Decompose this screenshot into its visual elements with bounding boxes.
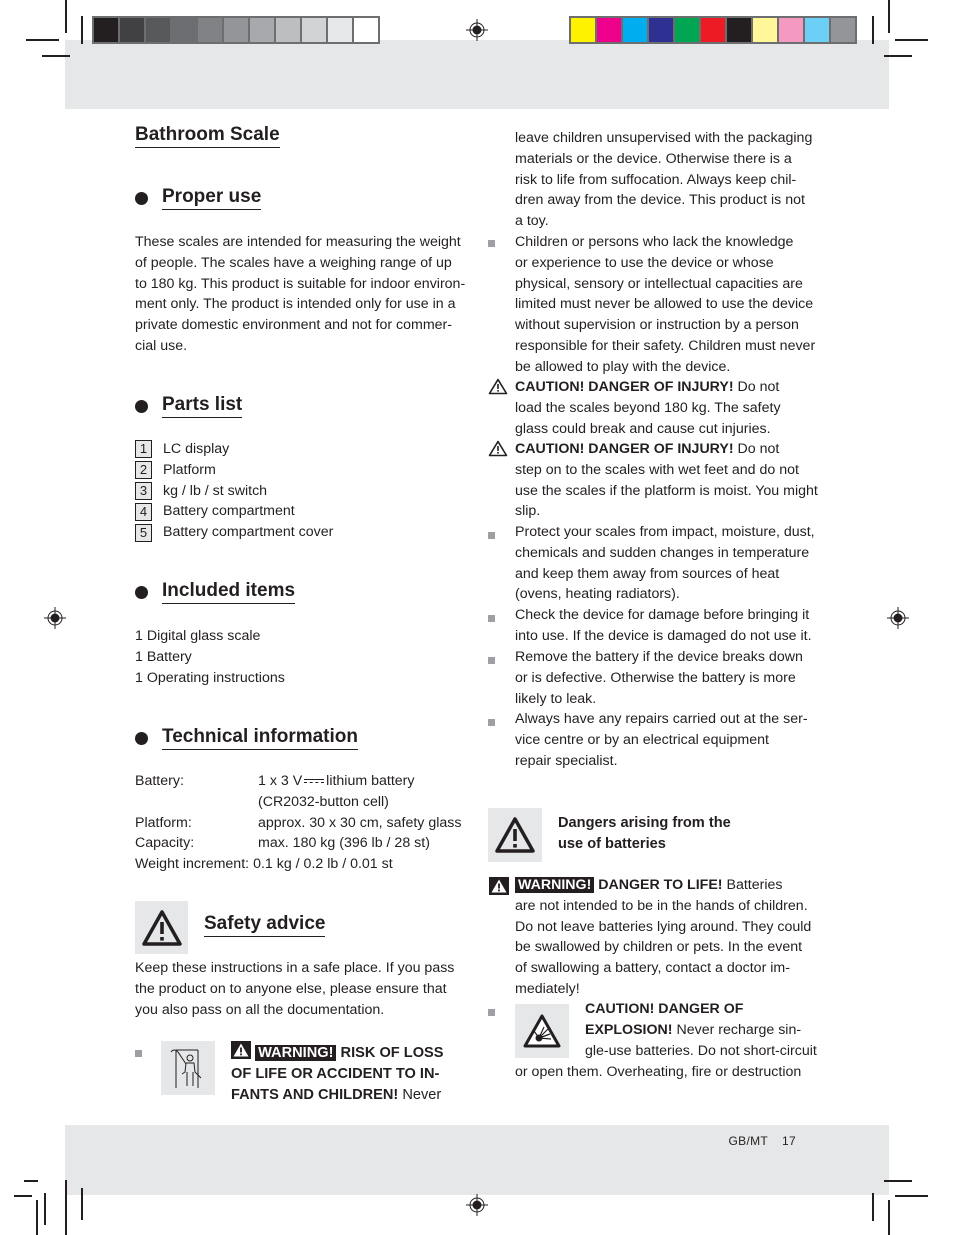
part-number: 5 (135, 523, 152, 542)
color-swatch (94, 18, 118, 42)
heading-proper-use: Proper use (135, 186, 262, 210)
bullet-square-icon (488, 240, 495, 247)
bullet-square-icon (488, 1009, 495, 1016)
bullet-square-icon (488, 615, 495, 622)
heading-technical-information: Technical information (135, 726, 359, 750)
crop-mark (884, 1180, 912, 1182)
warning-triangle-icon (495, 817, 535, 853)
bullet-dot (135, 731, 148, 745)
crop-mark (888, 0, 890, 33)
bullet-dot (135, 585, 148, 599)
bullet-square-icon (488, 532, 495, 539)
caution-triangle-icon (488, 440, 508, 457)
crop-mark (24, 1180, 38, 1182)
bullet-dot (135, 399, 148, 413)
crop-mark (81, 1188, 83, 1220)
crop-mark (888, 1200, 890, 1235)
page-title: Bathroom Scale (135, 124, 280, 148)
left-column: Bathroom Scale Proper use These scales a… (135, 0, 470, 1235)
dc-symbol-icon (304, 777, 325, 786)
bullet-square-icon (488, 657, 495, 664)
child-hazard-icon (170, 1049, 202, 1088)
heading-battery-dangers: Dangers arising from the use of batterie… (558, 815, 731, 852)
registration-mark-icon (44, 607, 66, 629)
part-number: 1 (135, 440, 152, 459)
bullet-dot (135, 191, 148, 205)
technical-info-table: Battery: 1 x 3 Vlithium battery (CR2032-… (135, 771, 475, 875)
safety-advice-text: Keep these instructions in a safe place.… (135, 960, 455, 1018)
right-column: leave children unsupervised with the pac… (488, 0, 823, 1235)
bullet-protect: Protect your scales from impact, moistur… (515, 524, 815, 603)
list-item: 1 LC display (135, 439, 333, 460)
battery-danger-warning: WARNING! DANGER TO LIFE! Batteries are n… (515, 877, 812, 997)
crop-mark (42, 55, 70, 57)
bullet-square-icon (488, 719, 495, 726)
list-item: 4 Battery compartment (135, 501, 333, 522)
warning-triangle-icon (231, 1041, 251, 1059)
warning-triangle-icon (489, 877, 509, 895)
infant-warning: WARNING! RISK OF LOSS OF LIFE OR ACCIDEN… (231, 1041, 471, 1105)
caution-overload: CAUTION! DANGER OF INJURY! Do not load t… (515, 379, 781, 437)
table-row: (CR2032-button cell) (258, 793, 389, 810)
crop-mark (65, 1180, 67, 1235)
page-footer: GB/MT 17 (715, 1134, 796, 1148)
children-supervision-text: Children or persons who lack the knowled… (515, 234, 816, 375)
warning-triangle-icon (141, 909, 182, 946)
explosion-hazard-icon (523, 1014, 561, 1048)
caution-wet-feet: CAUTION! DANGER OF INJURY! Do not step o… (515, 441, 818, 520)
list-item: 2 Platform (135, 460, 333, 481)
bullet-remove-battery: Remove the battery if the device breaks … (515, 649, 803, 707)
locale-code: GB/MT (728, 1134, 769, 1148)
crop-mark (65, 0, 67, 33)
safety-warning-icon-box (135, 901, 188, 954)
bullet-repairs: Always have any repairs carried out at t… (515, 711, 808, 769)
page-number: 17 (782, 1134, 796, 1148)
table-row: Platform: approx. 30 x 30 cm, safety glas… (135, 814, 462, 831)
bullet-check-damage: Check the device for damage before bring… (515, 607, 812, 644)
heading-safety-advice: Safety advice (204, 913, 326, 937)
part-number: 2 (135, 461, 152, 480)
crop-mark (44, 1193, 46, 1225)
included-items-list: 1 Digital glass scale 1 Battery 1 Operat… (135, 626, 285, 688)
list-item: 5 Battery compartment cover (135, 522, 333, 543)
bullet-square-icon (135, 1050, 142, 1057)
table-row: Battery: 1 x 3 Vlithium battery (135, 773, 415, 789)
table-row: Weight increment: 0.1 kg / 0.2 lb / 0.01 … (135, 856, 393, 873)
color-swatch (831, 18, 855, 42)
list-item: 3 kg / lb / st switch (135, 481, 333, 502)
proper-use-text: These scales are intended for measuring … (135, 234, 466, 354)
list-item: 1 Battery (135, 648, 192, 665)
explosion-icon-box (515, 1004, 569, 1058)
infant-warning-continued: leave children unsupervised with the pac… (515, 130, 813, 230)
part-number: 4 (135, 502, 152, 521)
registration-mark-icon (887, 607, 909, 629)
table-row: Capacity: max. 180 kg (396 lb / 28 st) (135, 835, 430, 852)
crop-mark (884, 55, 912, 57)
crop-mark (895, 1195, 928, 1197)
crop-mark (872, 16, 874, 44)
parts-list: 1 LC display 2 Platform 3 kg / lb / st swit… (135, 439, 333, 543)
explosion-caution: CAUTION! DANGER OF EXPLOSION! Never rech… (585, 1001, 817, 1059)
crop-mark (81, 16, 83, 44)
warning-badge: WARNING! (255, 1045, 337, 1061)
crop-mark (36, 1200, 38, 1235)
list-item: 1 Operating instructions (135, 669, 285, 686)
crop-mark (14, 1195, 32, 1197)
list-item: 1 Digital glass scale (135, 628, 261, 644)
crop-mark (895, 39, 928, 41)
battery-warning-icon-box (488, 808, 542, 862)
caution-triangle-icon (488, 378, 508, 395)
child-safety-icon-box (161, 1041, 215, 1095)
part-number: 3 (135, 481, 152, 500)
explosion-caution-continued: or open them. Overheating, fire or destr… (515, 1064, 802, 1080)
heading-parts-list: Parts list (135, 394, 243, 418)
heading-included-items: Included items (135, 580, 296, 604)
warning-badge: WARNING! (515, 877, 595, 893)
crop-mark (26, 39, 59, 41)
crop-mark (872, 1193, 874, 1221)
